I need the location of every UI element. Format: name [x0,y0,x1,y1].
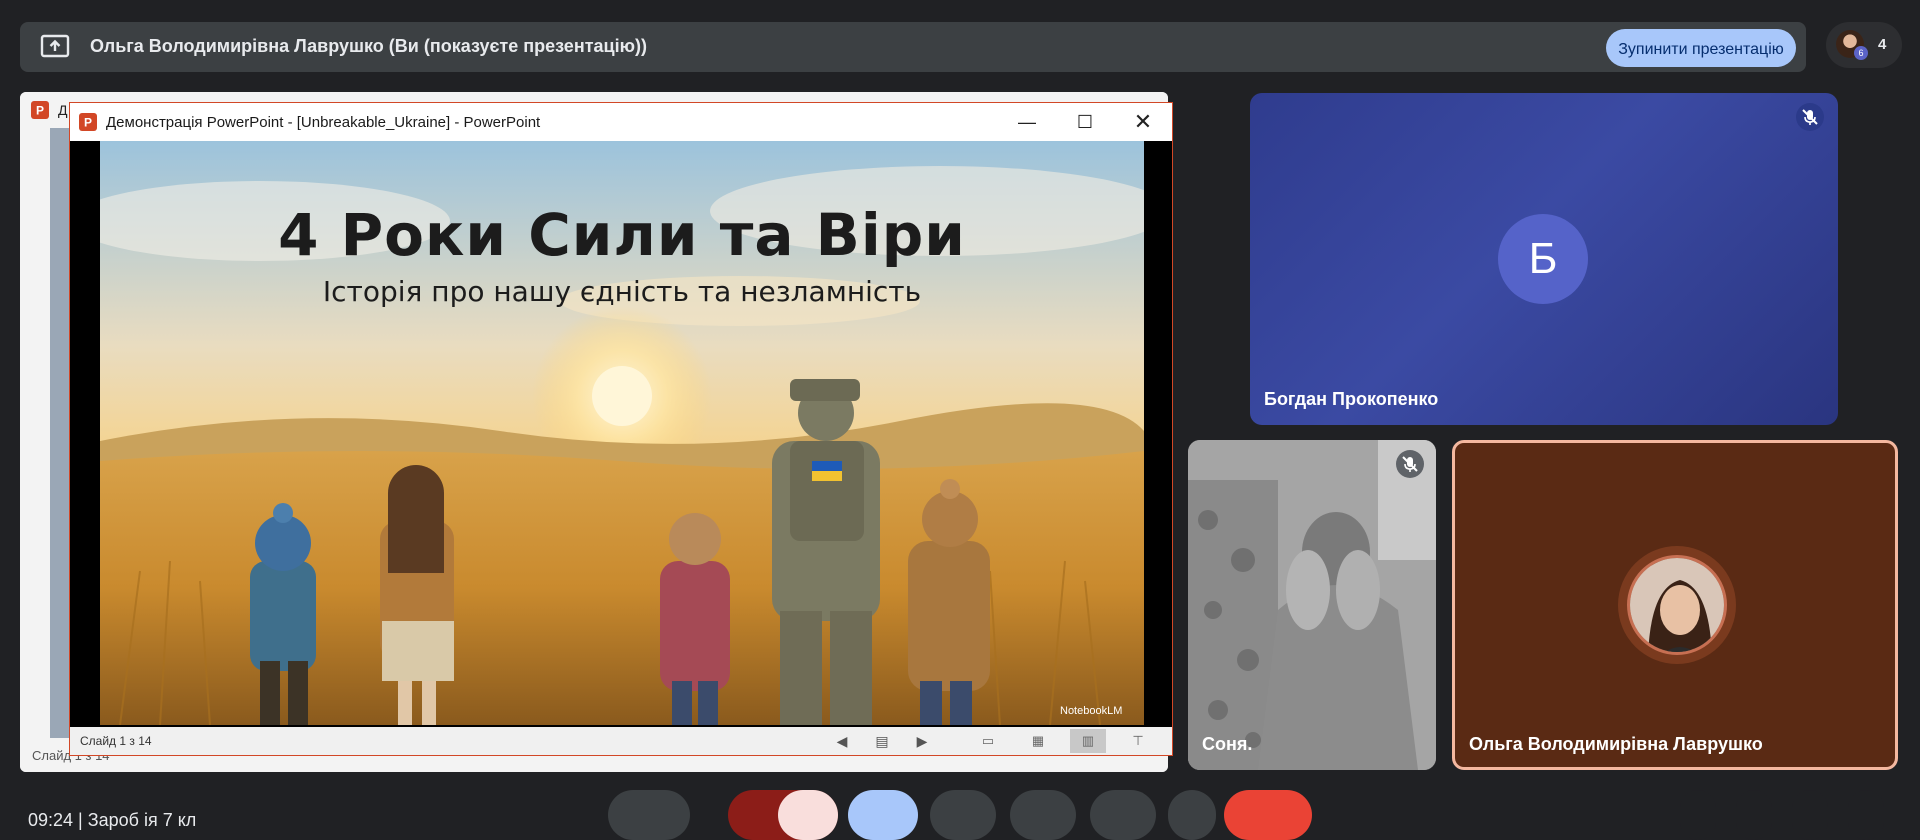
minimize-button[interactable]: — [998,103,1056,141]
slide-counter: Слайд 1 з 14 [80,734,152,748]
powerpoint-slideshow-window[interactable]: P Демонстрація PowerPoint - [Unbreakable… [69,102,1173,756]
meeting-title: Зароб ія 7 кл [87,810,197,830]
activities-icon[interactable] [1792,790,1828,840]
participant-name: Соня. [1202,734,1253,754]
slideshow-view-button[interactable]: ⊤ [1120,729,1156,753]
window-title: Демонстрація PowerPoint - [Unbreakable_U… [106,114,541,131]
reading-view-button[interactable]: ▥ [1070,729,1106,753]
video-feed [1188,440,1436,770]
slide-canvas[interactable]: 4 Роки Сили та Віри Історія про нашу єдн… [100,141,1144,725]
leave-call-button[interactable] [1224,790,1312,840]
captions-button[interactable] [1010,790,1076,840]
svg-text:P: P [84,116,92,130]
info-icon[interactable] [1680,790,1716,840]
background-window-title: Д [58,102,68,118]
more-options-button[interactable] [1168,790,1216,840]
presenting-banner: Ольга Володимирівна Лаврушко (Ви (показу… [20,22,1806,72]
participant-badge: 6 [1854,46,1868,60]
previous-slide-button[interactable]: ◀ [832,731,852,751]
stop-presenting-button[interactable]: Зупинити презентацію [1606,29,1796,67]
participants-button[interactable]: 6 4 [1826,22,1902,68]
participant-tile-bohdan[interactable]: Б Богдан Прокопенко [1250,93,1838,425]
slide-title: 4 Роки Сили та Віри [278,201,966,269]
chat-icon[interactable] [1736,790,1772,840]
camera-toggle-icon[interactable] [778,790,838,840]
avatar [1627,555,1727,655]
powerpoint-icon: P [79,113,97,131]
slide-sorter-button[interactable]: ▦ [1020,729,1056,753]
participant-count: 4 [1878,36,1887,53]
participant-tile-sonia[interactable]: Соня. [1188,440,1436,770]
emoji-button[interactable] [930,790,996,840]
next-slide-button[interactable]: ▶ [912,731,932,751]
raise-hand-button[interactable] [1090,790,1156,840]
close-button[interactable]: ✕ [1114,103,1172,141]
host-controls-icon[interactable] [1848,790,1884,840]
avatar: Б [1498,214,1588,304]
slide-subtitle: Історія про нашу єдність та незламність [322,275,922,308]
mic-muted-icon [1796,103,1824,131]
slideshow-status-bar: Слайд 1 з 14 ◀ ▤ ▶ ▭ ▦ ▥ ⊤ [70,727,1172,755]
participant-name: Богдан Прокопенко [1264,389,1439,409]
meeting-time: 09:24 | Зароб ія 7 кл [28,810,197,830]
powerpoint-icon: P [31,101,49,119]
microphone-button[interactable] [608,790,690,840]
presenting-banner-text: Ольга Володимирівна Лаврушко (Ви (показу… [90,36,647,56]
participant-name: Ольга Володимирівна Лаврушко [1469,734,1763,754]
present-screen-icon [40,34,70,58]
slide-menu-button[interactable]: ▤ [872,731,892,751]
meeting-controls-bar: 09:24 | Зароб ія 7 кл [0,786,1920,840]
window-titlebar[interactable]: P Демонстрація PowerPoint - [Unbreakable… [70,103,1172,141]
slide-watermark: NotebookLM [1060,705,1123,717]
normal-view-button[interactable]: ▭ [970,729,1006,753]
participant-tile-olha[interactable]: Ольга Володимирівна Лаврушко [1452,440,1898,770]
mic-muted-icon [1396,450,1424,478]
maximize-button[interactable]: ☐ [1056,103,1114,141]
svg-text:P: P [36,104,44,118]
present-now-button[interactable] [848,790,918,840]
clock-time: 09:24 [28,810,74,830]
